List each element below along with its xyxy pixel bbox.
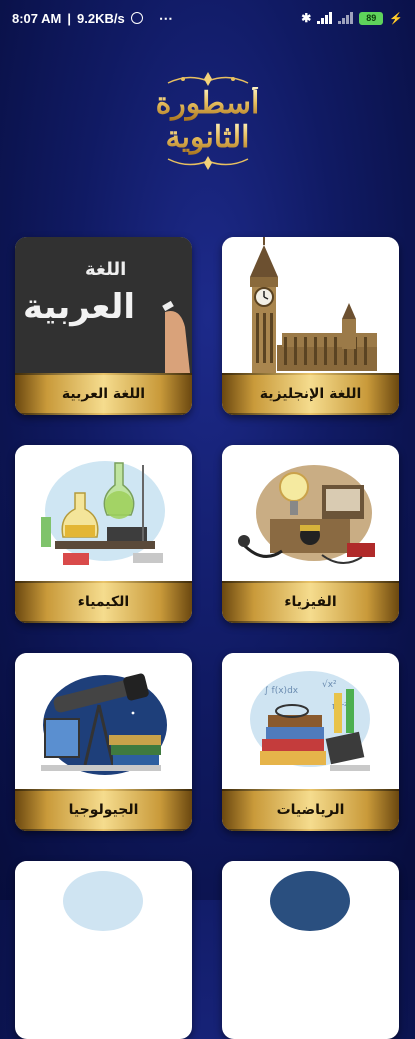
status-bar: 8:07 AM | 9.2KB/s ⋯ ✱ 89 ⚡ xyxy=(0,0,415,36)
charging-icon: ⚡ xyxy=(389,12,403,25)
battery-level: 89 xyxy=(366,13,377,23)
chalkboard-text-1: اللغة xyxy=(85,259,127,280)
subject-label: الفيزياء xyxy=(222,581,399,623)
ornament-top-icon xyxy=(167,72,248,86)
subject-card-partial-right[interactable] xyxy=(222,861,399,1039)
status-separator: | xyxy=(67,10,72,26)
battery-icon: 89 xyxy=(359,11,384,25)
logo-line-2: الثانوية xyxy=(165,120,250,155)
bluetooth-icon: ✱ xyxy=(301,11,312,25)
subject-label: الرياضيات xyxy=(222,789,399,831)
chalkboard-text-2: العربية xyxy=(23,287,136,327)
subject-card-arabic[interactable]: اللغة العربية اللغة العربية xyxy=(15,237,192,415)
subject-card-physics[interactable]: الفيزياء xyxy=(222,445,399,623)
status-time: 8:07 AM xyxy=(12,10,62,26)
more-icon: ⋯ xyxy=(158,9,174,26)
subject-label: الكيمياء xyxy=(15,581,192,623)
signal-icon xyxy=(317,12,333,24)
subject-label: الجيولوجيا xyxy=(15,789,192,831)
partial-card-image xyxy=(15,861,192,997)
svg-text:√x²: √x² xyxy=(322,679,337,690)
net-speed: 9.2KB/s xyxy=(77,10,125,26)
alarm-icon xyxy=(130,12,143,24)
physics-lab-image xyxy=(222,445,399,581)
signal-icon xyxy=(338,12,354,24)
telescope-image xyxy=(15,653,192,789)
app-logo: أسطورة الثانوية xyxy=(140,56,275,186)
ornament-bottom-icon xyxy=(167,156,248,170)
chemistry-lab-image xyxy=(15,445,192,581)
subject-card-geology[interactable]: الجيولوجيا xyxy=(15,653,192,831)
big-ben-image xyxy=(222,237,399,373)
subject-card-english[interactable]: اللغة الإنجليزية xyxy=(222,237,399,415)
svg-text:∫ f(x)dx: ∫ f(x)dx xyxy=(264,686,299,696)
partial-card-image xyxy=(222,861,399,997)
logo-line-1: أسطورة xyxy=(155,86,260,121)
status-bar-left: 8:07 AM | 9.2KB/s ⋯ xyxy=(12,10,174,27)
subject-card-chemistry[interactable]: الكيمياء xyxy=(15,445,192,623)
subject-label: اللغة الإنجليزية xyxy=(222,373,399,415)
subject-card-partial-left[interactable] xyxy=(15,861,192,1039)
subject-label: اللغة العربية xyxy=(15,373,192,415)
subject-card-mathematics[interactable]: ∫ f(x)dx√x²π r² الرياضيات xyxy=(222,653,399,831)
math-books-image: ∫ f(x)dx√x²π r² xyxy=(222,653,399,789)
status-bar-right: ✱ 89 ⚡ xyxy=(301,11,403,25)
